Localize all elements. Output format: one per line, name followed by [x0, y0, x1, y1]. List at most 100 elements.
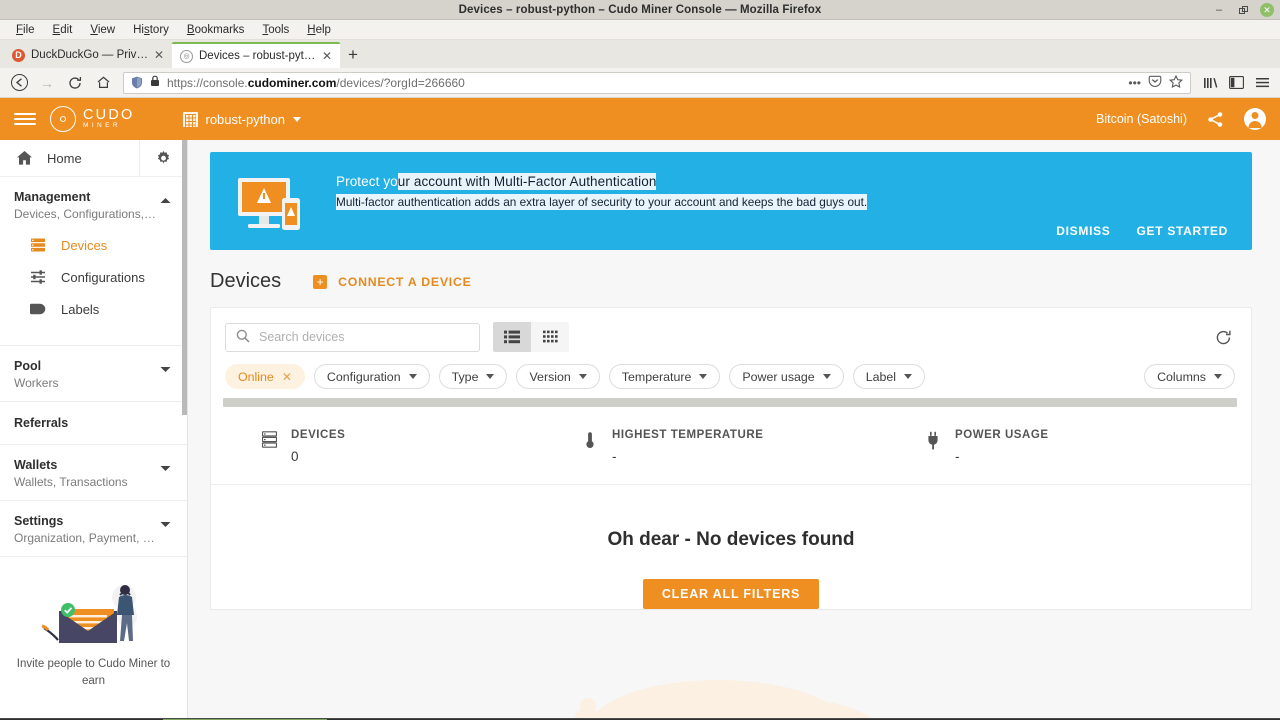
gear-icon: [157, 150, 170, 163]
window-title: Devices – robust-python – Cudo Miner Con…: [458, 3, 822, 16]
chip-label: Power usage: [742, 369, 815, 384]
restore-button[interactable]: [1236, 3, 1250, 17]
chip-label: Type: [451, 369, 479, 384]
list-view-button[interactable]: [493, 322, 531, 352]
home-button[interactable]: [90, 70, 116, 96]
filter-chip-power-usage[interactable]: Power usage: [729, 364, 844, 389]
refresh-button[interactable]: [1211, 325, 1235, 349]
connect-label: CONNECT A DEVICE: [338, 274, 472, 289]
sidebar-icon: [1228, 76, 1244, 89]
library-button[interactable]: [1198, 70, 1222, 96]
tab-close-icon[interactable]: ✕: [154, 48, 164, 62]
sidebar-top: Home: [0, 140, 187, 177]
filter-chip-online[interactable]: Online ✕: [225, 364, 305, 389]
org-switcher[interactable]: robust-python: [182, 111, 301, 127]
tracking-shield-icon[interactable]: [131, 76, 143, 89]
sidebar-section-pool[interactable]: Pool Workers: [0, 346, 187, 403]
get-started-button[interactable]: GET STARTED: [1137, 224, 1228, 238]
bookmark-star-icon[interactable]: [1168, 74, 1184, 91]
filter-chip-configuration[interactable]: Configuration: [313, 364, 430, 389]
sidebar-settings-button[interactable]: [140, 150, 187, 167]
empty-state: Oh dear - No devices found CLEAR ALL FIL…: [211, 485, 1251, 609]
menu-bookmarks[interactable]: Bookmarks: [179, 22, 253, 38]
horizontal-scrollbar[interactable]: [223, 398, 1237, 407]
sidebar-item-devices[interactable]: Devices: [14, 229, 173, 261]
clear-all-filters-button[interactable]: CLEAR ALL FILTERS: [642, 579, 820, 609]
sidebar-section-management[interactable]: Management Devices, Configurations,… Dev…: [0, 177, 187, 347]
app-header: CUDO MINER robust-python Bitcoin (Satosh…: [0, 98, 1280, 140]
window-titlebar: Devices – robust-python – Cudo Miner Con…: [0, 0, 1280, 20]
chevron-up-icon: [160, 192, 171, 207]
chip-label: Version: [529, 369, 571, 384]
remove-filter-icon[interactable]: ✕: [282, 370, 292, 384]
sidebar-section-settings[interactable]: Settings Organization, Payment, …: [0, 501, 187, 558]
search-input[interactable]: [259, 330, 469, 344]
chip-label: Configuration: [326, 369, 401, 384]
menu-help[interactable]: Help: [299, 22, 339, 38]
browser-tab-duckduckgo[interactable]: D DuckDuckGo — Privacy, sim ✕: [4, 42, 172, 68]
sidebar-referral-promo[interactable]: Invite people to Cudo Miner to earn: [0, 557, 187, 689]
refresh-icon: [1216, 330, 1231, 344]
account-avatar[interactable]: [1244, 108, 1266, 130]
tab-close-icon[interactable]: ✕: [322, 49, 332, 63]
columns-label: Columns: [1157, 369, 1206, 384]
chevron-down-icon: [822, 374, 831, 379]
menu-tools[interactable]: Tools: [254, 22, 297, 38]
connect-a-device-button[interactable]: + CONNECT A DEVICE: [313, 274, 472, 289]
pocket-icon[interactable]: [1148, 75, 1162, 91]
close-button[interactable]: ✕: [1260, 3, 1274, 17]
filter-chip-label[interactable]: Label: [852, 364, 926, 389]
dismiss-button[interactable]: DISMISS: [1056, 224, 1110, 238]
menu-edit[interactable]: Edit: [45, 22, 81, 38]
duckduckgo-icon: D: [12, 48, 25, 62]
browser-tab-devices[interactable]: ◎ Devices – robust-python – C ✕: [172, 42, 340, 68]
filter-chip-version[interactable]: Version: [516, 364, 600, 389]
menu-history[interactable]: History: [125, 22, 177, 38]
grid-view-icon: [542, 330, 558, 343]
sidebar-item-configurations[interactable]: Configurations: [14, 261, 173, 293]
new-tab-button[interactable]: +: [340, 42, 366, 68]
sidebar-item-labels[interactable]: Labels: [14, 293, 173, 325]
section-title: Wallets: [14, 458, 58, 473]
sidebar-item-home[interactable]: Home: [0, 140, 140, 176]
currency-selector[interactable]: Bitcoin (Satoshi): [1096, 112, 1187, 126]
building-icon: [182, 111, 198, 127]
chevron-down-icon: [1214, 374, 1222, 379]
stat-value: -: [955, 449, 960, 464]
menu-view[interactable]: View: [82, 22, 123, 38]
app-menu-toggle[interactable]: [14, 113, 36, 125]
decorative-background: [188, 648, 1280, 718]
cudo-miner-logo[interactable]: CUDO MINER: [50, 106, 135, 132]
share-button[interactable]: [1207, 111, 1224, 128]
chevron-down-icon: [160, 516, 171, 531]
columns-button[interactable]: Columns: [1144, 364, 1235, 389]
menu-file[interactable]: File: [8, 22, 43, 38]
search-devices-box[interactable]: [225, 322, 480, 352]
app-body: Home Management Devices, Configurations,…: [0, 140, 1280, 718]
stat-label: HIGHEST TEMPERATURE: [612, 429, 764, 441]
sidebar-section-wallets[interactable]: Wallets Wallets, Transactions: [0, 445, 187, 502]
thermometer-icon: [582, 429, 598, 464]
section-subtitle: Workers: [14, 375, 59, 390]
filter-chip-type[interactable]: Type: [438, 364, 508, 389]
sidebar-section-referrals[interactable]: Referrals: [0, 402, 187, 446]
grid-view-button[interactable]: [531, 322, 569, 352]
section-subtitle: Devices, Configurations,…: [14, 206, 157, 221]
forward-button[interactable]: →: [34, 70, 60, 96]
app-menu-button[interactable]: [1250, 70, 1274, 96]
filter-chip-temperature[interactable]: Temperature: [608, 364, 721, 389]
reload-button[interactable]: [62, 70, 88, 96]
section-title: Management: [14, 190, 91, 204]
stat-value: -: [612, 449, 617, 464]
sidebar-toggle-button[interactable]: [1224, 70, 1248, 96]
back-button[interactable]: [6, 70, 32, 96]
sliders-icon: [28, 269, 48, 285]
section-subtitle: Organization, Payment, …: [14, 531, 155, 546]
minimize-button[interactable]: –: [1212, 3, 1226, 17]
mfa-banner-heading: Protect your account with Multi-Factor A…: [336, 173, 657, 190]
section-title: Settings: [14, 514, 64, 529]
url-bar[interactable]: https://console.cudominer.com/devices/?o…: [123, 71, 1191, 94]
sidebar-scrollbar[interactable]: [182, 140, 187, 415]
page-actions-icon[interactable]: •••: [1128, 76, 1141, 90]
stat-label: POWER USAGE: [955, 429, 1049, 441]
